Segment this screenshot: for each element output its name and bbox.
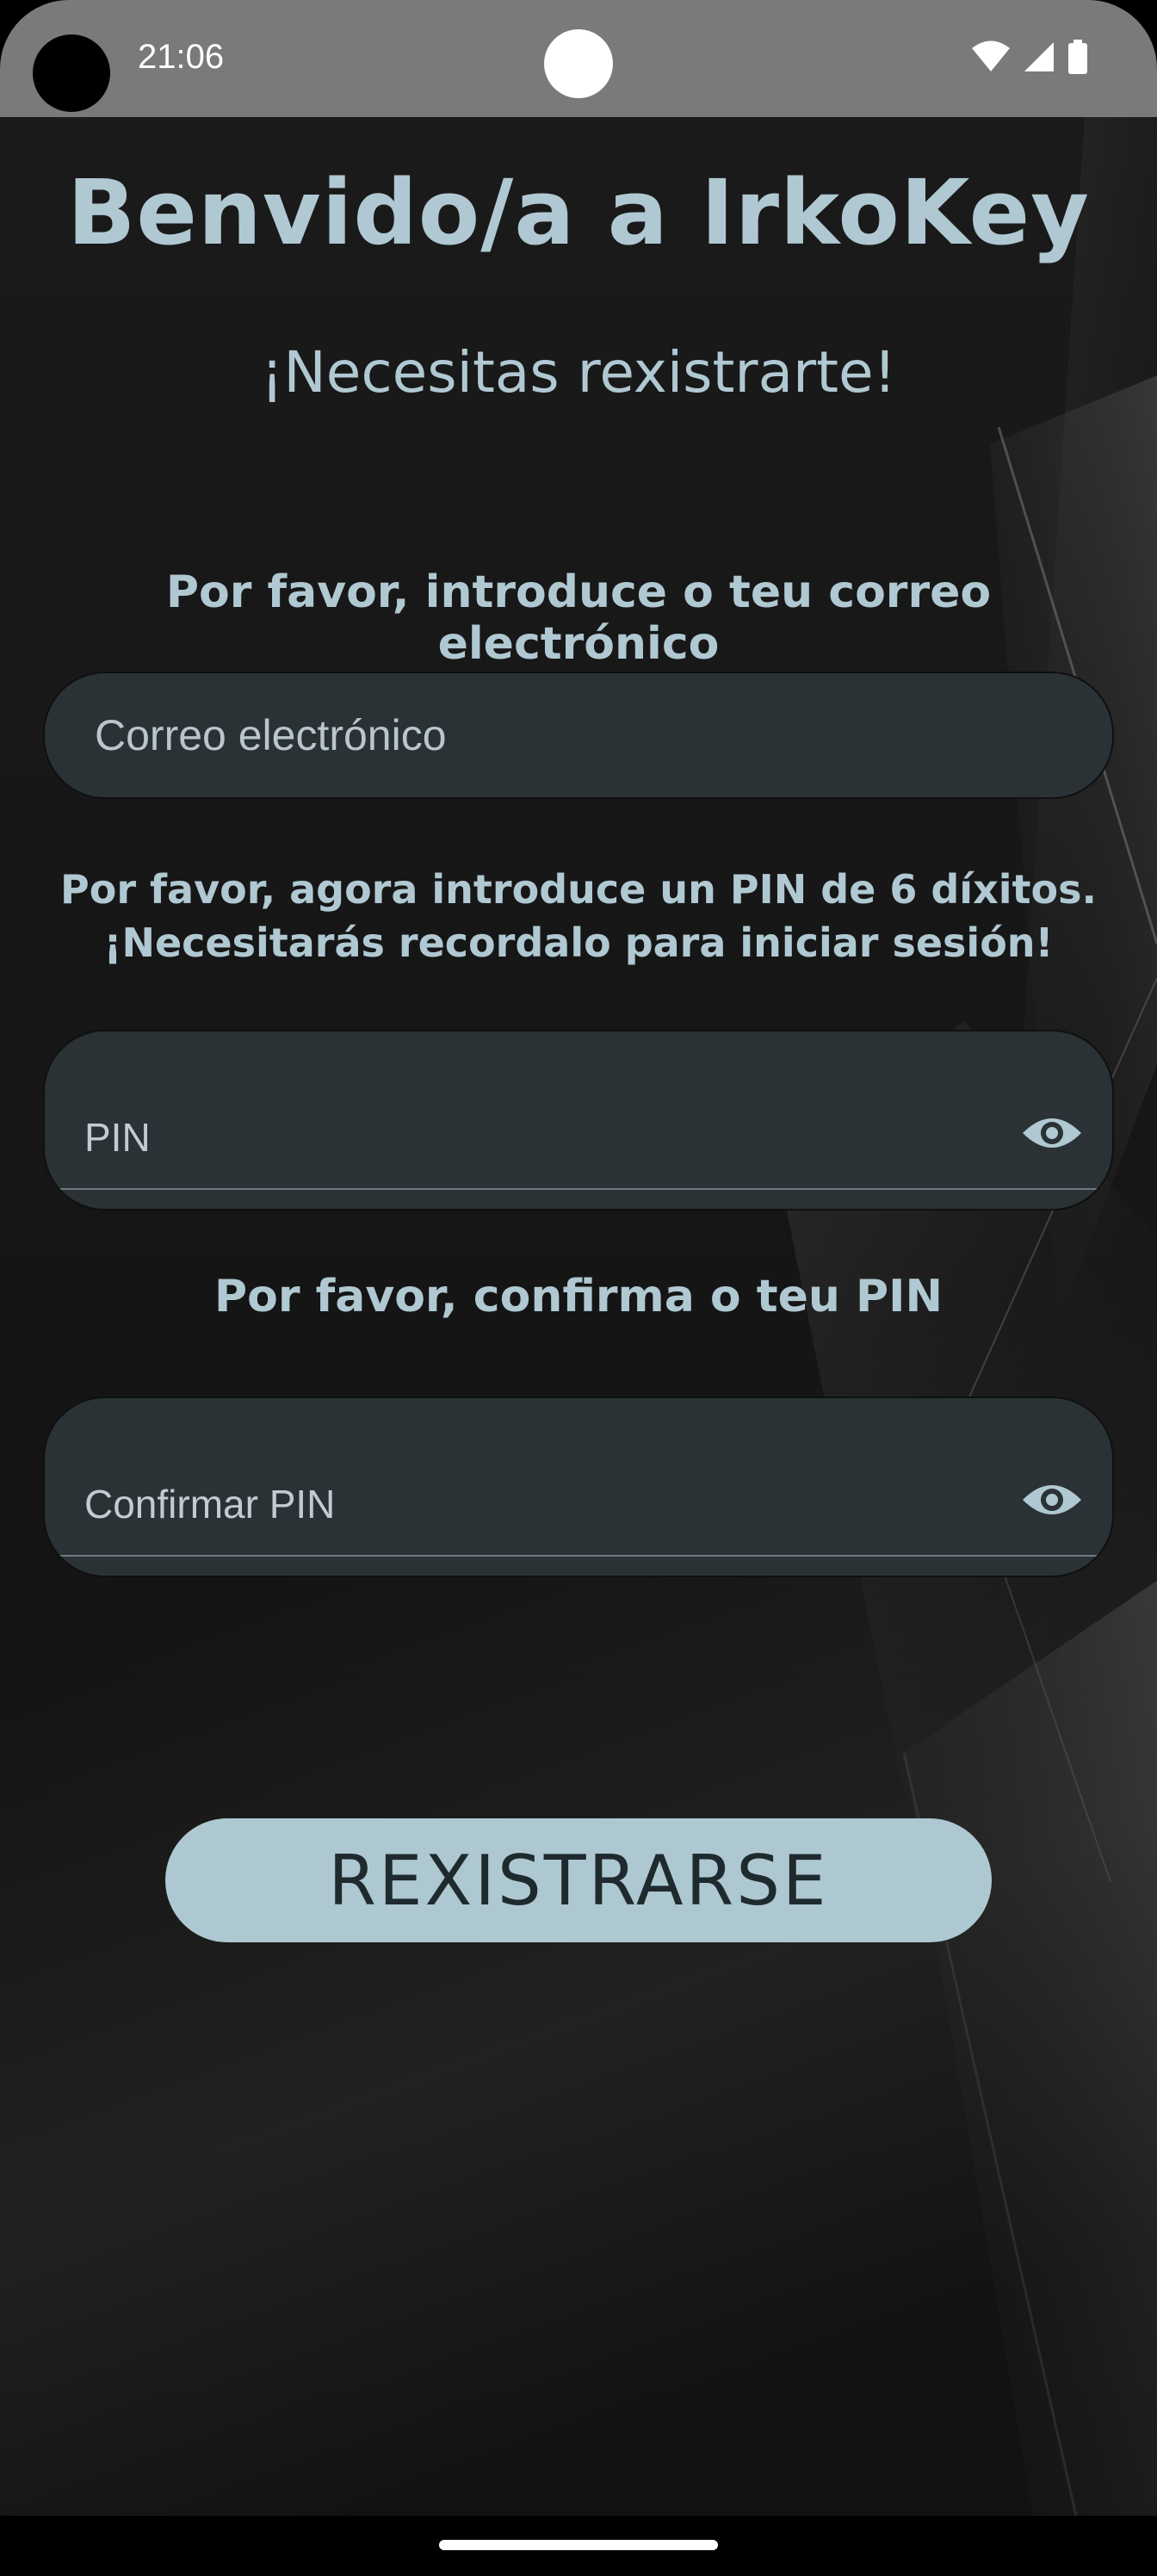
battery-icon: [1068, 40, 1087, 74]
front-camera: [544, 29, 613, 98]
pin-prompt-line1: Por favor, agora introduce un PIN de 6 d…: [60, 866, 1097, 913]
confirm-pin-field-label: Confirmar PIN: [84, 1482, 336, 1526]
home-indicator[interactable]: [439, 2540, 718, 2550]
pin-field-underline: [45, 1188, 1112, 1190]
signal-icon: [1024, 42, 1054, 71]
confirm-pin-field-underline: [45, 1555, 1112, 1557]
page-title: Benvido/a a IrkoKey: [67, 160, 1090, 265]
phone-screen: 21:06 Benvido/a a IrkoKey ¡Necesitas rex…: [0, 0, 1157, 2576]
pin-field[interactable]: PIN: [43, 1030, 1114, 1211]
camera-cutout: [33, 34, 110, 112]
status-icons: [971, 40, 1088, 74]
confirm-pin-field[interactable]: Confirmar PIN: [43, 1396, 1114, 1577]
status-time: 21:06: [138, 38, 225, 76]
email-field[interactable]: [45, 673, 1112, 797]
pin-field-label: PIN: [84, 1115, 151, 1160]
page-subtitle: ¡Necesitas rexistrarte!: [260, 339, 897, 406]
wifi-icon: [972, 40, 1010, 71]
eye-icon[interactable]: [1021, 1111, 1083, 1155]
status-bar: 21:06: [0, 0, 1157, 117]
registration-screen: Benvido/a a IrkoKey ¡Necesitas rexistrar…: [0, 117, 1157, 2516]
eye-icon[interactable]: [1021, 1477, 1083, 1522]
register-button[interactable]: REXISTRARSE: [165, 1818, 992, 1942]
pin-prompt-line2: ¡Necesitarás recordalo para iniciar sesi…: [103, 920, 1054, 966]
confirm-pin-prompt: Por favor, confirma o teu PIN: [214, 1271, 943, 1322]
email-prompt: Por favor, introduce o teu correo electr…: [165, 567, 992, 670]
pin-prompt: Por favor, agora introduce un PIN de 6 d…: [34, 863, 1123, 969]
email-field-container: [43, 672, 1114, 799]
